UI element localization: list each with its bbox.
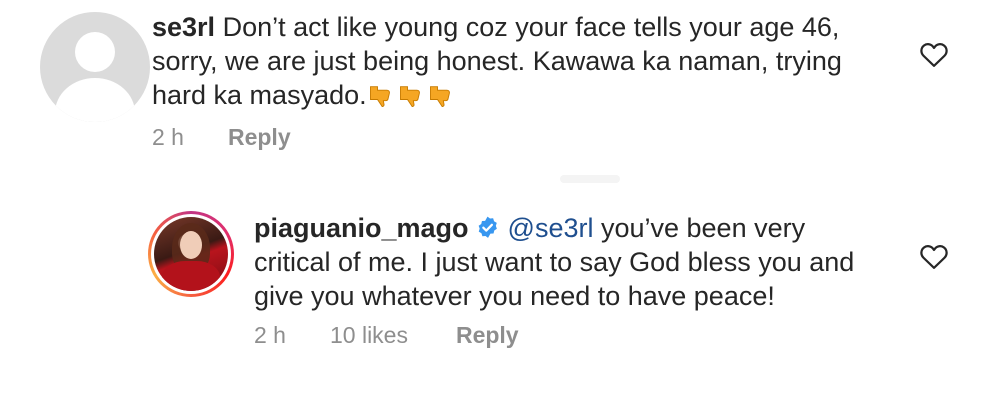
- divider: [560, 175, 620, 183]
- thumbs-down-icon: [369, 86, 390, 107]
- thumbs-down-emojis: [367, 82, 457, 118]
- thumbs-down-icon: [429, 86, 450, 107]
- heart-icon[interactable]: [919, 40, 949, 68]
- avatar-ring-inner: [151, 214, 231, 294]
- comment-text: piaguanio_mago @se3rl you’ve been very cr…: [254, 211, 894, 313]
- comment-username[interactable]: piaguanio_mago: [254, 213, 469, 243]
- comment-username[interactable]: se3rl: [152, 12, 215, 42]
- reply-button[interactable]: Reply: [228, 124, 291, 151]
- mention-link[interactable]: @se3rl: [508, 213, 594, 243]
- comment-body-line1: Don’t act like young coz your face tells…: [222, 12, 840, 42]
- reply-comment-item: piaguanio_mago @se3rl you’ve been very cr…: [0, 195, 1000, 404]
- comment-meta: 2 h 10 likes Reply: [254, 322, 519, 349]
- verified-badge-icon: [478, 216, 497, 238]
- comment-meta: 2 h Reply: [152, 124, 291, 151]
- reply-button[interactable]: Reply: [456, 322, 519, 349]
- avatar-face: [180, 231, 202, 259]
- comment-body-line1: you’ve been very: [593, 213, 806, 243]
- likes-count[interactable]: 10 likes: [330, 322, 408, 349]
- comment-body-line3: hard ka masyado.: [152, 80, 367, 110]
- avatar-jacket: [162, 261, 220, 291]
- comment-body-line2: sorry, we are just being honest. Kawawa …: [152, 46, 842, 76]
- comment-text: se3rl Don’t act like young coz your face…: [152, 10, 872, 118]
- comment-time: 2 h: [152, 124, 184, 150]
- avatar-placeholder-head: [75, 32, 115, 72]
- comment-body-line2: critical of me. I just want to say God b…: [254, 247, 855, 277]
- avatar-photo: [154, 217, 228, 291]
- thumbs-down-icon: [399, 86, 420, 107]
- avatar-placeholder-body: [55, 78, 135, 122]
- comment-item: se3rl Don’t act like young coz your face…: [0, 0, 1000, 170]
- avatar[interactable]: [40, 12, 150, 122]
- comment-time: 2 h: [254, 322, 286, 348]
- heart-icon[interactable]: [919, 242, 949, 270]
- comments-screen: se3rl Don’t act like young coz your face…: [0, 0, 1000, 404]
- comment-body-line3: give you whatever you need to have peace…: [254, 281, 775, 311]
- avatar[interactable]: [148, 211, 234, 297]
